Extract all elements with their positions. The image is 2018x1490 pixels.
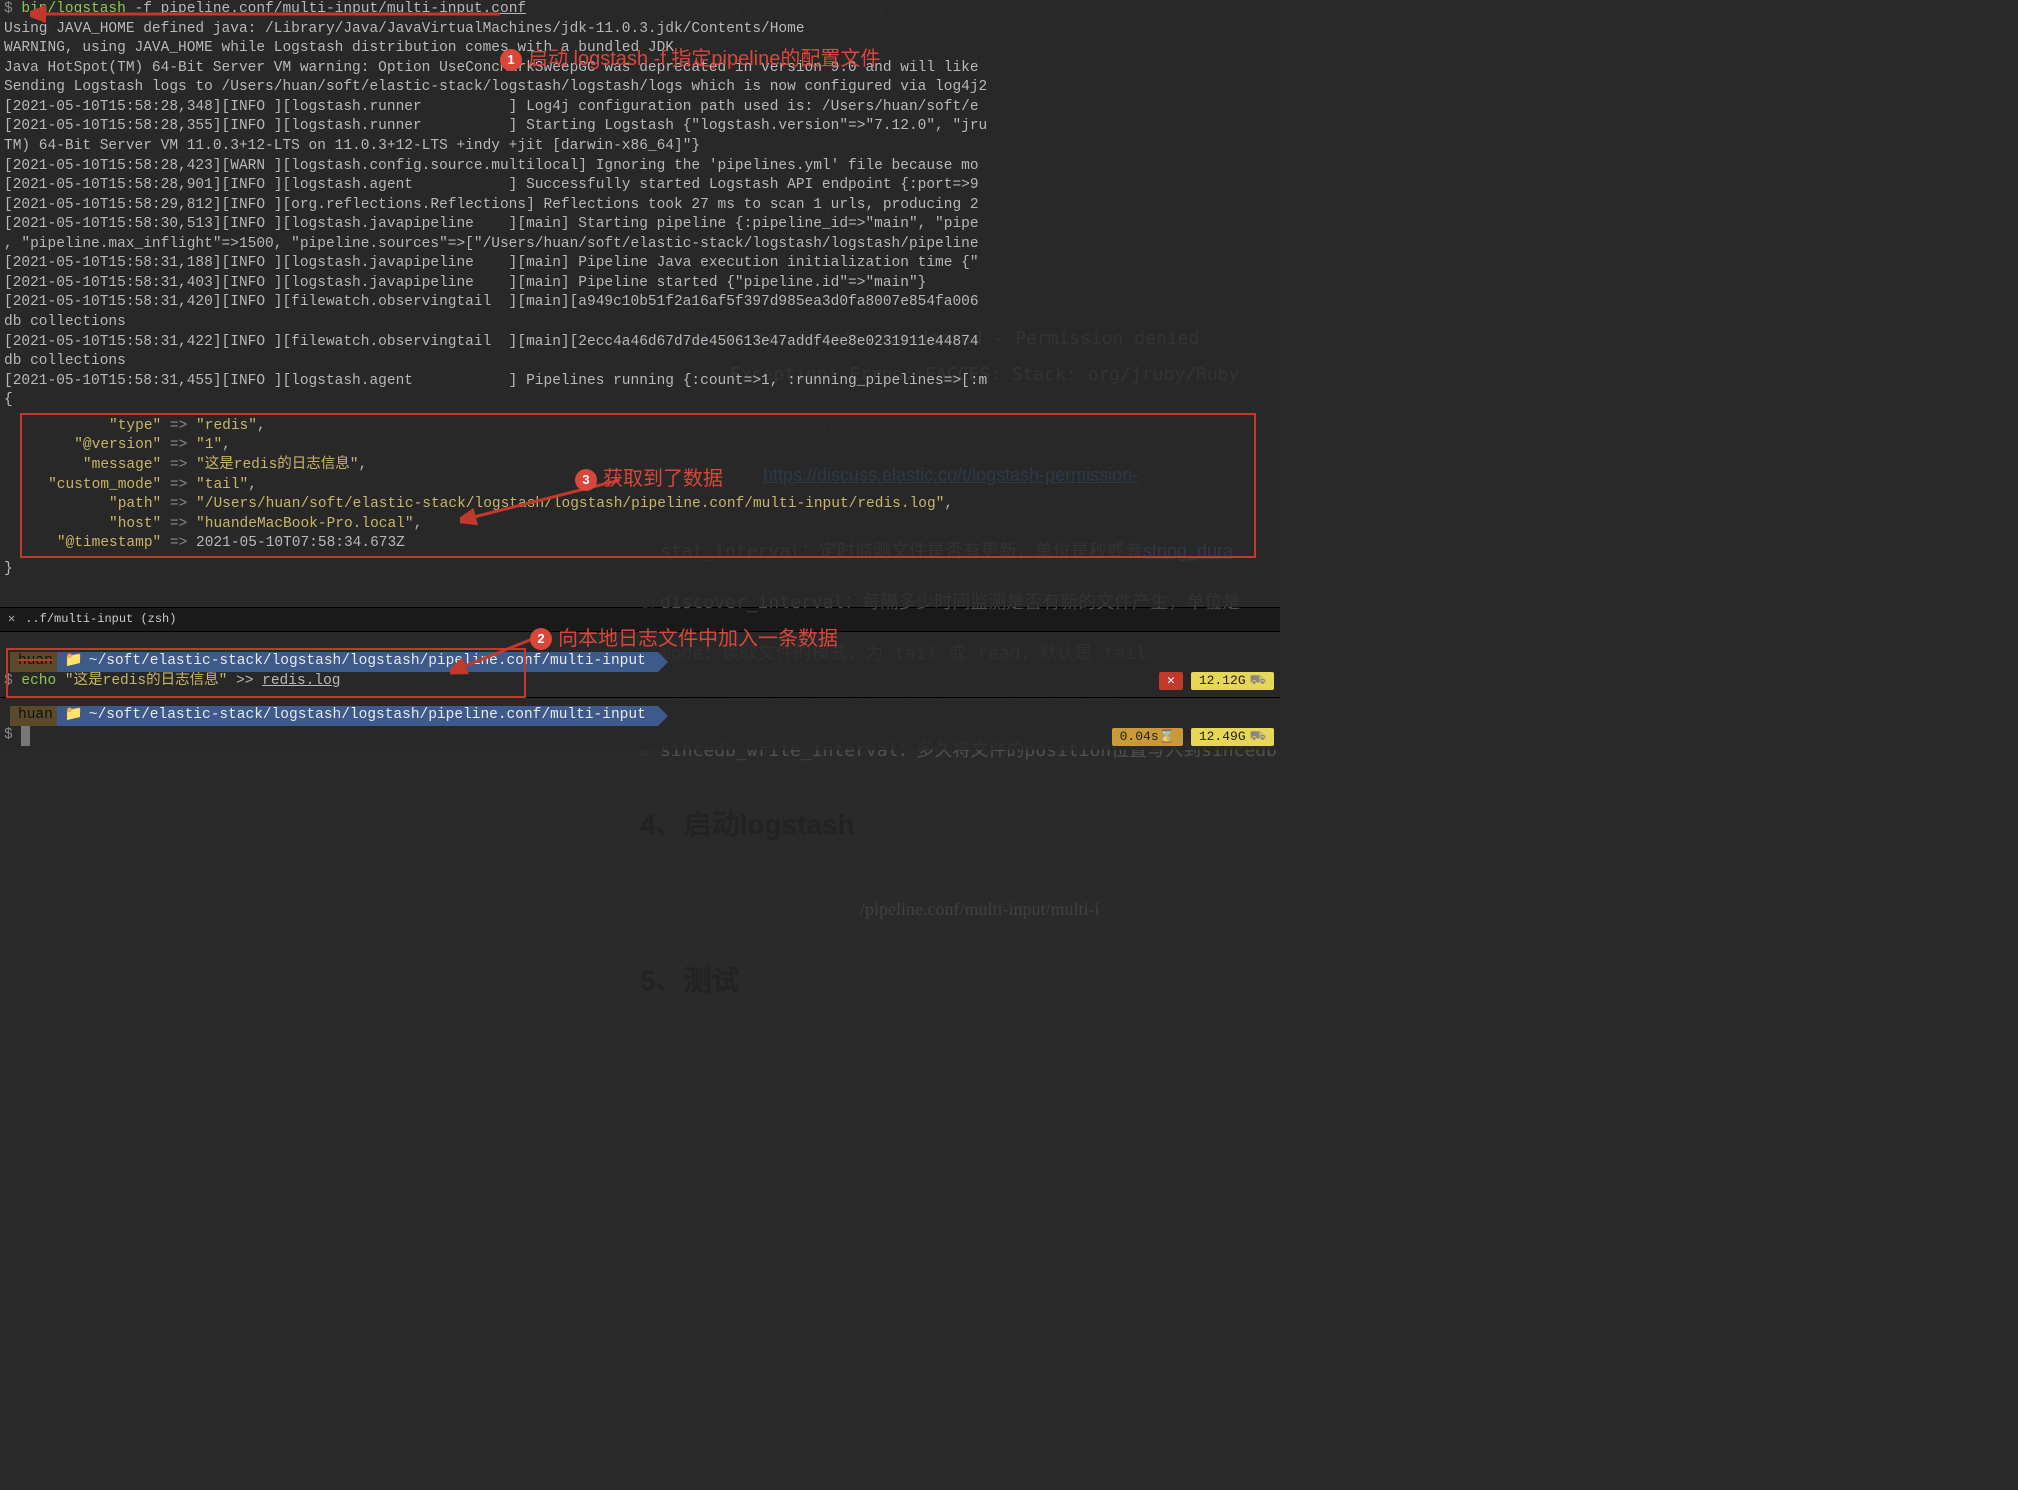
annotation-badge: 3 [575, 469, 597, 491]
status-memory: 12.12G⛟ [1191, 672, 1274, 690]
json-kv-line: "host" => "huandeMacBook-Pro.local", [22, 515, 1254, 535]
annotation-1: 1 启动 logstash -f 指定pipeline的配置文件 [500, 46, 880, 73]
log-line: [2021-05-10T15:58:28,348][INFO ][logstas… [4, 98, 1276, 118]
log-line: [2021-05-10T15:58:31,455][INFO ][logstas… [4, 372, 1276, 392]
folder-icon: 📁 [65, 706, 83, 726]
terminal-bottom-pane[interactable]: huan 📁~/soft/elastic-stack/logstash/logs… [0, 697, 1280, 750]
echo-command-row: $ echo "这是redis的日志信息" >> redis.log [4, 672, 1276, 692]
tab-close-icon[interactable]: ✕ [8, 611, 15, 627]
json-kv-line: "path" => "/Users/huan/soft/elastic-stac… [22, 495, 1254, 515]
terminal-top-pane[interactable]: $ bin/logstash -f pipeline.conf/multi-in… [0, 0, 1280, 607]
tab-title[interactable]: ..f/multi-input (zsh) [25, 611, 176, 627]
log-line: [2021-05-10T15:58:31,403][INFO ][logstas… [4, 274, 1276, 294]
json-kv-line: "@version" => "1", [22, 436, 1254, 456]
log-line: Sending Logstash logs to /Users/huan/sof… [4, 78, 1276, 98]
prompt-path: 📁~/soft/elastic-stack/logstash/logstash/… [57, 652, 658, 672]
log-line: [2021-05-10T15:58:31,422][INFO ][filewat… [4, 333, 1276, 353]
annotation-2: 2 向本地日志文件中加入一条数据 [530, 626, 838, 653]
annotation-badge: 2 [530, 628, 552, 650]
status-error-icon: ✕ [1159, 672, 1183, 690]
annotation-3: 3 获取到了数据 [575, 466, 723, 493]
prompt-path: 📁~/soft/elastic-stack/logstash/logstash/… [57, 706, 658, 726]
log-line: Using JAVA_HOME defined java: /Library/J… [4, 20, 1276, 40]
log-line: [2021-05-10T15:58:31,188][INFO ][logstas… [4, 254, 1276, 274]
status-time: 0.04s ⌛ [1112, 728, 1183, 746]
log-line: TM) 64-Bit Server VM 11.0.3+12-LTS on 11… [4, 137, 1276, 157]
log-line: [2021-05-10T15:58:29,812][INFO ][org.ref… [4, 196, 1276, 216]
json-brace: { [4, 391, 1276, 411]
bg-heading: 4、启动logstash [640, 797, 1277, 853]
prompt-row: huan 📁~/soft/elastic-stack/logstash/logs… [4, 652, 1276, 672]
folder-icon: 📁 [65, 652, 83, 672]
annotation-badge: 1 [500, 49, 522, 71]
bg-heading: 5、测试 [640, 953, 1277, 1009]
command-line: $ bin/logstash -f pipeline.conf/multi-in… [4, 0, 1276, 20]
prompt-row: huan 📁~/soft/elastic-stack/logstash/logs… [4, 706, 1276, 726]
json-kv-line: "type" => "redis", [22, 417, 1254, 437]
log-line: [2021-05-10T15:58:30,513][INFO ][logstas… [4, 215, 1276, 235]
cursor-row[interactable]: $ [4, 726, 1276, 746]
log-line: [2021-05-10T15:58:28,355][INFO ][logstas… [4, 117, 1276, 137]
log-line: [2021-05-10T15:58:31,420][INFO ][filewat… [4, 293, 1276, 313]
log-line: db collections [4, 313, 1276, 333]
log-line: [2021-05-10T15:58:28,423][WARN ][logstas… [4, 157, 1276, 177]
log-line: [2021-05-10T15:58:28,901][INFO ][logstas… [4, 176, 1276, 196]
log-line: db collections [4, 352, 1276, 372]
status-memory: 12.49G⛟ [1191, 728, 1274, 746]
json-kv-line: "@timestamp" => 2021-05-10T07:58:34.673Z [22, 534, 1254, 554]
json-brace: } [4, 560, 1276, 580]
bg-path: /pipeline.conf/multi-input/multi-i [860, 891, 1277, 927]
log-line: , "pipeline.max_inflight"=>1500, "pipeli… [4, 235, 1276, 255]
